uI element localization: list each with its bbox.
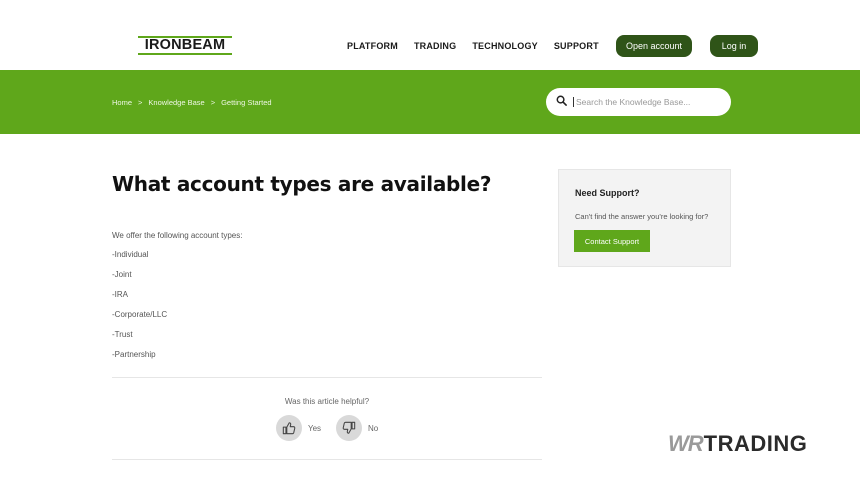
main-nav: PLATFORM TRADING TECHNOLOGY SUPPORT xyxy=(347,41,615,51)
breadcrumb-knowledge-base[interactable]: Knowledge Base xyxy=(148,98,204,107)
breadcrumb-separator: > xyxy=(210,98,216,107)
wr-trading-watermark: WR TRADING xyxy=(668,431,807,457)
list-item: -Partnership xyxy=(112,350,156,359)
helpful-prompt: Was this article helpful? xyxy=(284,397,370,406)
contact-support-button[interactable]: Contact Support xyxy=(574,230,650,252)
breadcrumb-getting-started[interactable]: Getting Started xyxy=(221,98,271,107)
vote-yes-label: Yes xyxy=(308,423,322,433)
nav-trading[interactable]: TRADING xyxy=(414,41,456,51)
search-input[interactable] xyxy=(573,97,723,107)
breadcrumb-separator: > xyxy=(138,98,143,107)
support-heading: Need Support? xyxy=(575,188,640,198)
vote-yes[interactable]: Yes xyxy=(276,415,321,441)
account-types-list: -Individual -Joint -IRA -Corporate/LLC -… xyxy=(112,250,167,370)
watermark-trading: TRADING xyxy=(703,431,808,456)
vote-no[interactable]: No xyxy=(336,415,378,441)
divider xyxy=(112,377,542,378)
watermark-wr: WR xyxy=(668,431,704,456)
search-icon xyxy=(556,93,567,111)
nav-technology[interactable]: TECHNOLOGY xyxy=(472,41,538,51)
thumbs-up-icon[interactable] xyxy=(276,415,302,441)
support-card: Need Support? Can't find the answer you'… xyxy=(558,169,731,267)
article-title: What account types are available? xyxy=(112,172,492,196)
nav-platform[interactable]: PLATFORM xyxy=(347,41,398,51)
divider xyxy=(112,459,542,460)
list-item: -Trust xyxy=(112,330,133,339)
vote-no-label: No xyxy=(368,423,379,433)
ironbeam-logo[interactable]: IRONBEAM xyxy=(138,36,232,55)
list-item: -Individual xyxy=(112,250,149,259)
list-item: -Joint xyxy=(112,270,132,279)
article-intro: We offer the following account types: xyxy=(112,231,243,240)
logo-text: IRONBEAM xyxy=(144,37,226,54)
list-item: -Corporate/LLC xyxy=(112,310,168,319)
list-item: -IRA xyxy=(112,290,128,299)
site-header: IRONBEAM PLATFORM TRADING TECHNOLOGY SUP… xyxy=(0,0,860,70)
login-button[interactable]: Log in xyxy=(710,35,758,57)
open-account-button[interactable]: Open account xyxy=(616,35,692,57)
support-text: Can't find the answer you're looking for… xyxy=(575,212,709,221)
knowledge-base-search[interactable] xyxy=(546,88,731,116)
breadcrumb: Home > Knowledge Base > Getting Started xyxy=(112,98,272,107)
breadcrumb-home[interactable]: Home xyxy=(112,98,132,107)
thumbs-down-icon[interactable] xyxy=(336,415,362,441)
nav-support[interactable]: SUPPORT xyxy=(554,41,599,51)
